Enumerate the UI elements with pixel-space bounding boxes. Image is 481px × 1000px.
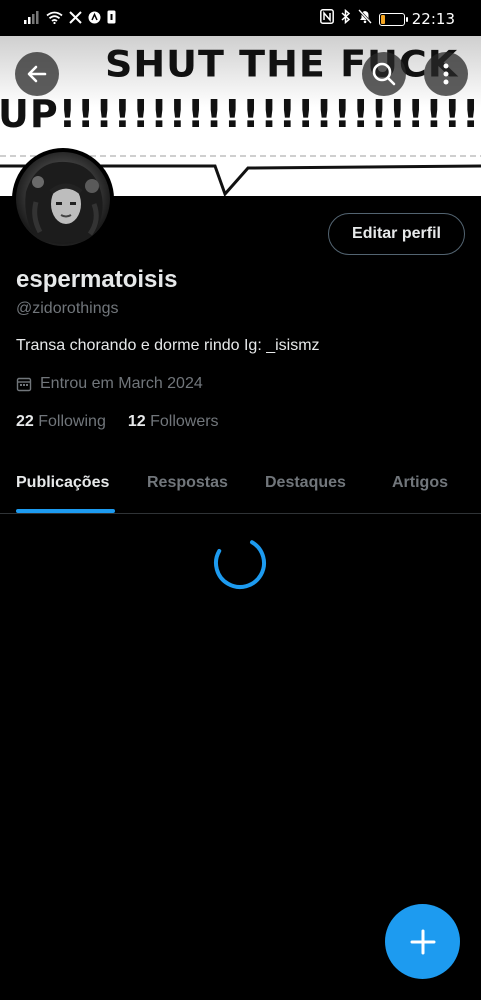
tab-respostas[interactable]: Respostas (147, 474, 228, 492)
loading-spinner-icon (214, 537, 266, 589)
following-count: 22 (16, 413, 34, 430)
status-right-icons: 19 22:13 (319, 8, 455, 29)
following-link[interactable]: 22 Following (16, 413, 106, 431)
edit-profile-button[interactable]: Editar perfil (328, 213, 465, 255)
more-vertical-icon (443, 63, 449, 85)
back-button[interactable] (15, 52, 59, 96)
tab-destaques[interactable]: Destaques (265, 474, 346, 492)
followers-label: Followers (150, 413, 219, 430)
arrow-left-icon (27, 65, 47, 83)
joined-text: Entrou em March 2024 (40, 375, 203, 392)
profile-handle: @zidorothings (16, 300, 119, 317)
status-bar: 19 22:13 (0, 0, 481, 36)
battery-level: 19 (384, 13, 399, 25)
followers-link[interactable]: 12 Followers (128, 413, 219, 431)
joined-date: Entrou em March 2024 (16, 375, 203, 393)
followers-count: 12 (127, 413, 146, 430)
active-tab-indicator (16, 509, 115, 513)
profile-tabs: Publicações Respostas Destaques Artigos (0, 460, 481, 514)
bluetooth-icon (341, 8, 351, 29)
nfc-icon (319, 9, 334, 29)
tab-artigos[interactable]: Artigos (392, 474, 448, 492)
follow-stats: 22 Following 12 Followers (16, 413, 219, 431)
battery-icon: 19 (378, 12, 408, 26)
avatar[interactable] (12, 148, 114, 250)
compose-button[interactable] (385, 904, 460, 979)
calendar-icon (16, 377, 32, 392)
avatar-image (16, 152, 110, 246)
phone-notification-icon (107, 10, 116, 29)
signal-icon (24, 10, 40, 29)
profile-name: espermatoisis (16, 266, 178, 293)
following-label: Following (38, 413, 106, 430)
search-icon (372, 62, 396, 86)
x-app-icon (69, 10, 82, 29)
more-options-button[interactable] (424, 52, 468, 96)
profile-bio: Transa chorando e dorme rindo Ig: _isism… (16, 337, 320, 354)
app-notification-icon (88, 11, 101, 29)
wifi-icon (46, 11, 63, 29)
plus-icon (410, 929, 435, 954)
tab-publicacoes[interactable]: Publicações (16, 474, 109, 492)
search-button[interactable] (362, 52, 406, 96)
status-left-icons (24, 10, 116, 29)
status-time: 22:13 (411, 10, 455, 28)
mute-icon (357, 9, 372, 29)
